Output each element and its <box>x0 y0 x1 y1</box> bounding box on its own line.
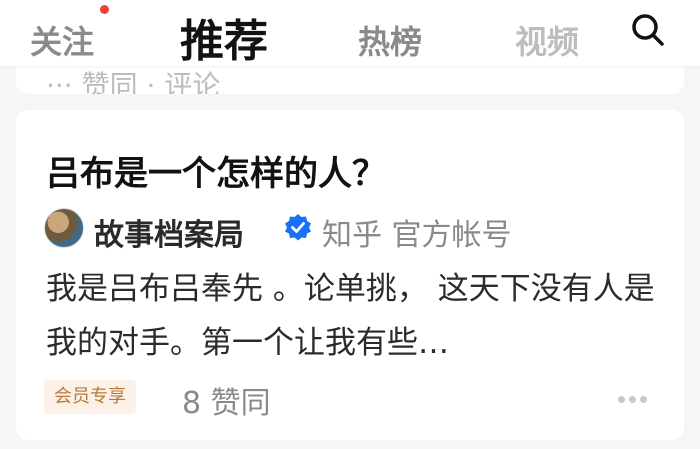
question-title[interactable]: 吕布是一个怎样的人？ <box>46 146 386 195</box>
more-dots-icon[interactable] <box>618 388 658 408</box>
answer-excerpt[interactable]: 我是吕布吕奉先 。论单挑， 这天下没有人是我的对手。第一个让我有些… <box>46 262 656 370</box>
search-icon[interactable] <box>628 10 668 50</box>
tab-video[interactable]: 视频 <box>515 17 595 63</box>
top-nav: 关注 推荐 热榜 视频 <box>0 0 700 69</box>
author-name[interactable]: 故事档案局 <box>94 210 244 254</box>
author-tag: 知乎 官方帐号 <box>322 218 512 253</box>
tab-hot[interactable]: 热榜 <box>358 17 422 63</box>
tab-follow[interactable]: 关注 <box>30 17 94 63</box>
card-footer: 会员专享 8 赞同 <box>44 378 664 421</box>
notification-dot <box>100 5 109 14</box>
avatar[interactable] <box>44 208 84 248</box>
likes-count[interactable]: 8 赞同 <box>182 378 271 422</box>
verified-badge-icon <box>284 213 312 241</box>
tab-recommend[interactable]: 推荐 <box>180 5 268 69</box>
vip-badge: 会员专享 <box>44 380 136 414</box>
author-row: 故事档案局 知乎 官方帐号 <box>44 208 664 253</box>
feed-card[interactable]: 吕布是一个怎样的人？ 故事档案局 知乎 官方帐号 我是吕布吕奉先 。论单挑， 这… <box>16 110 684 440</box>
